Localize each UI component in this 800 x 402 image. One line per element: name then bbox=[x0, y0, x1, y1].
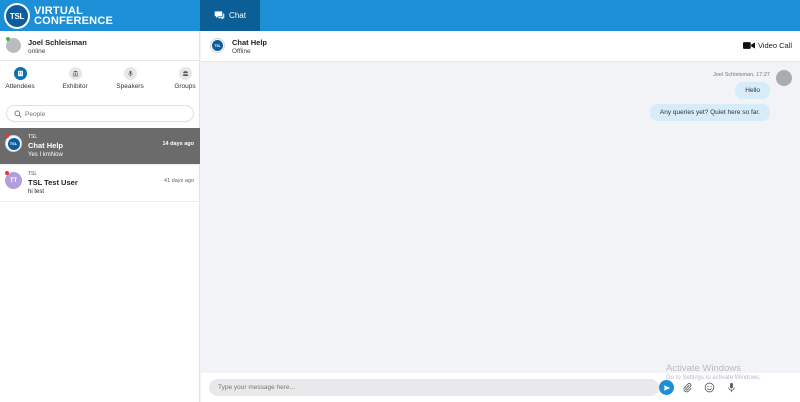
logo-badge-text: TSL bbox=[6, 5, 28, 27]
people-nav: Attendees Exhibitor Speakers Groups bbox=[0, 67, 200, 95]
chat-title: Chat Help bbox=[232, 38, 268, 47]
tab-chat[interactable]: Chat bbox=[200, 0, 260, 31]
conversation-name: TSL Test User bbox=[28, 178, 78, 187]
nav-item-groups[interactable]: Groups bbox=[165, 67, 205, 90]
smiley-icon bbox=[704, 382, 714, 392]
current-user[interactable]: Joel Schleisman online bbox=[0, 31, 200, 61]
conversation-name: Chat Help bbox=[28, 141, 64, 150]
message-bubble: Any queries yet? Quiet here so far. bbox=[649, 104, 770, 121]
avatar-text: TSL bbox=[7, 137, 20, 150]
watermark-subtitle: Go to Settings to activate Windows. bbox=[666, 375, 761, 381]
building-icon bbox=[17, 70, 23, 77]
nav-item-label: Exhibitor bbox=[62, 83, 88, 90]
people-search bbox=[6, 105, 194, 122]
group-icon bbox=[182, 71, 188, 76]
chat-header: TSL Chat Help Offline Video Call bbox=[201, 31, 800, 62]
nav-icon-wrap bbox=[13, 67, 27, 80]
conversation-item-chat-help[interactable]: TSL TSL Chat Help Yes I kmNow 14 days ag… bbox=[0, 128, 200, 165]
nav-icon-wrap bbox=[178, 67, 192, 80]
conversation-org: TSL bbox=[28, 134, 38, 140]
search-input[interactable] bbox=[25, 108, 185, 120]
nav-item-attendees[interactable]: Attendees bbox=[0, 67, 40, 90]
left-panel: Joel Schleisman online Attendees Exhibit… bbox=[0, 31, 200, 402]
unread-indicator bbox=[5, 134, 9, 138]
conversation-time: 41 days ago bbox=[164, 178, 194, 184]
microphone-icon bbox=[727, 382, 735, 392]
user-name: Joel Schleisman bbox=[28, 38, 87, 47]
app-window: TSL VIRTUAL CONFERENCE Chat Joel Schleis… bbox=[0, 0, 800, 402]
video-call-button[interactable]: Video Call bbox=[742, 41, 792, 50]
conversation-preview: hi test bbox=[28, 189, 45, 195]
attach-button[interactable] bbox=[681, 381, 693, 393]
activate-windows-watermark: Activate Windows Go to Settings to activ… bbox=[666, 363, 761, 381]
user-status: online bbox=[28, 48, 46, 55]
logo[interactable]: TSL VIRTUAL CONFERENCE bbox=[4, 3, 113, 29]
video-call-label: Video Call bbox=[757, 41, 792, 50]
send-button[interactable] bbox=[659, 380, 674, 395]
message-meta: Joel Schleisman, 17:27 bbox=[713, 72, 770, 78]
chat-status: Offline bbox=[232, 48, 251, 55]
top-bar: TSL VIRTUAL CONFERENCE Chat bbox=[0, 0, 800, 31]
nav-item-exhibitor[interactable]: Exhibitor bbox=[55, 67, 95, 90]
avatar-text: TSL bbox=[212, 40, 223, 51]
unread-indicator bbox=[5, 171, 9, 175]
video-camera-icon bbox=[742, 42, 755, 49]
watermark-title: Activate Windows bbox=[666, 363, 741, 374]
nav-item-label: Groups bbox=[174, 83, 196, 90]
conversation-item-tsl-test-user[interactable]: TT TSL TSL Test User hi test 41 days ago bbox=[0, 165, 200, 202]
message-bubble: Hello bbox=[735, 82, 770, 99]
logo-line-2: CONFERENCE bbox=[34, 15, 114, 27]
search-icon bbox=[14, 110, 22, 118]
conversation-org: TSL bbox=[28, 171, 38, 177]
nav-icon-wrap bbox=[68, 67, 82, 80]
bank-icon bbox=[72, 70, 78, 77]
chat-panel: TSL Chat Help Offline Video Call Joel Sc… bbox=[201, 31, 800, 402]
emoji-button[interactable] bbox=[703, 381, 715, 393]
avatar bbox=[776, 70, 792, 86]
avatar: TSL bbox=[210, 38, 225, 53]
nav-item-label: Attendees bbox=[5, 83, 35, 90]
voice-button[interactable] bbox=[725, 381, 737, 393]
logo-text: VIRTUAL CONFERENCE bbox=[34, 6, 114, 27]
chat-bubbles-icon bbox=[214, 11, 225, 20]
paperclip-icon bbox=[683, 382, 691, 392]
nav-item-label: Speakers bbox=[116, 83, 144, 90]
online-indicator bbox=[6, 37, 10, 41]
tab-chat-label: Chat bbox=[229, 11, 246, 20]
nav-icon-wrap bbox=[123, 67, 137, 80]
microphone-icon bbox=[127, 70, 133, 77]
send-icon bbox=[663, 384, 670, 391]
logo-badge: TSL bbox=[4, 3, 30, 29]
conversation-time: 14 days ago bbox=[162, 141, 195, 147]
message-input[interactable] bbox=[209, 379, 659, 396]
conversation-preview: Yes I kmNow bbox=[28, 152, 63, 158]
nav-item-speakers[interactable]: Speakers bbox=[110, 67, 150, 90]
